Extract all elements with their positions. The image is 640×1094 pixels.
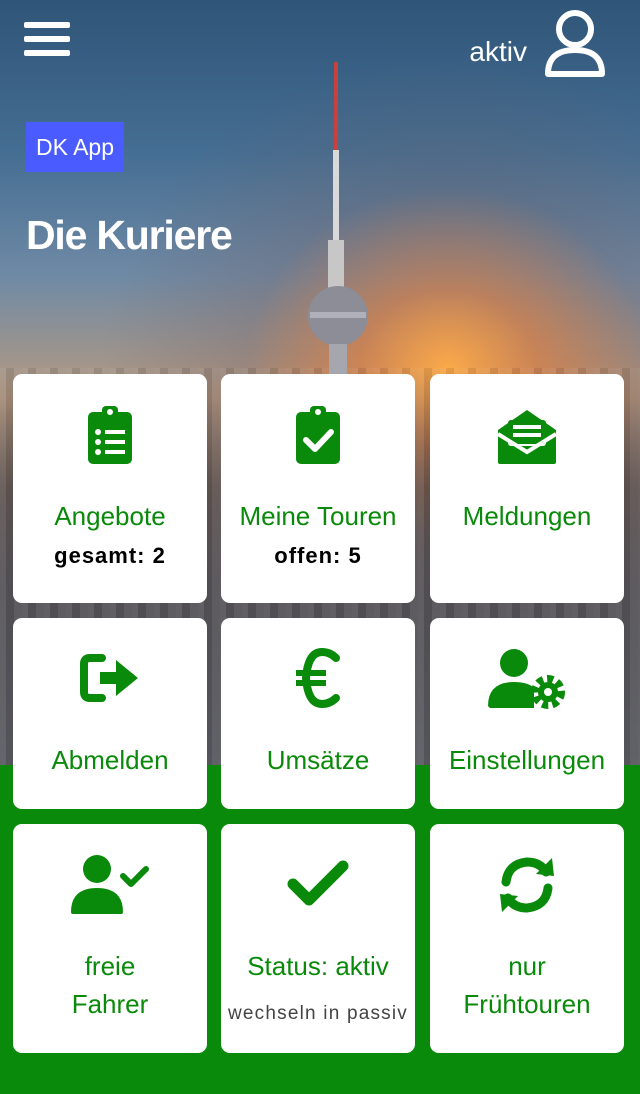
tile-meldungen[interactable]: Meldungen (430, 374, 624, 603)
checkmark-icon (287, 860, 349, 906)
euro-icon (296, 648, 340, 708)
hamburger-menu-button[interactable] (24, 22, 70, 62)
tile-count: gesamt: 2 (54, 543, 166, 568)
tile-label: Meldungen (462, 501, 592, 531)
user-cog-icon (488, 649, 565, 709)
tile-label-line2: Frühtouren (463, 989, 591, 1019)
status-text: aktiv (469, 36, 527, 67)
tile-meine-touren[interactable]: Meine Touren offen: 5 (221, 374, 415, 603)
menu-bar (24, 50, 70, 56)
tile-angebote[interactable]: Angebote gesamt: 2 (13, 374, 207, 603)
tile-umsaetze[interactable]: Umsätze (221, 618, 415, 809)
tile-einstellungen[interactable]: Einstellungen (430, 618, 624, 809)
tile-label-line1: nur (508, 951, 546, 981)
clipboard-check-icon (296, 406, 340, 464)
tile-label: Einstellungen (448, 745, 606, 775)
sync-icon (500, 857, 554, 913)
status-toggle-hint: wechseln in passiv (227, 1003, 408, 1024)
tile-abmelden[interactable]: Abmelden (13, 618, 207, 809)
tile-count: offen: 5 (274, 543, 362, 568)
sign-out-icon (80, 654, 138, 702)
user-profile-button[interactable] (542, 8, 608, 78)
tile-status[interactable]: Status: aktiv wechseln in passiv (221, 824, 415, 1053)
app-badge: DK App (26, 122, 124, 172)
tile-nur-fruehtouren[interactable]: nur Frühtouren (430, 824, 624, 1053)
user-check-icon (71, 855, 149, 914)
clipboard-list-icon (88, 406, 132, 464)
tile-freie-fahrer[interactable]: freie Fahrer (13, 824, 207, 1053)
menu-bar (24, 36, 70, 42)
envelope-open-text-icon (496, 410, 558, 464)
tile-label-line2: Fahrer (71, 989, 149, 1019)
user-icon (545, 10, 605, 77)
tile-label: Abmelden (51, 745, 169, 775)
tile-label: Status: aktiv (247, 951, 389, 981)
tile-label: Meine Touren (239, 501, 397, 531)
menu-bar (24, 22, 70, 28)
page-title: Die Kuriere (26, 212, 233, 258)
tile-label-line1: freie (84, 951, 136, 981)
tile-label: Umsätze (266, 745, 370, 775)
tile-label: Angebote (54, 501, 166, 531)
